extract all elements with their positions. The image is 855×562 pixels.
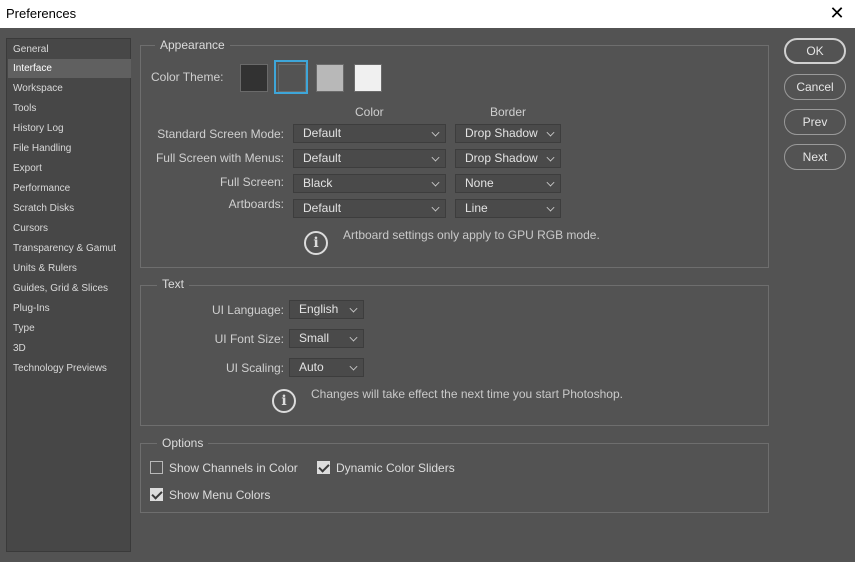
chevron-down-icon <box>349 333 358 342</box>
sidebar-item-workspace[interactable]: Workspace <box>8 79 131 98</box>
full-screen-menus-label: Full Screen with Menus: <box>155 151 284 165</box>
select-value: English <box>299 302 339 316</box>
info-icon: i <box>272 389 296 413</box>
standard-screen-mode-color-select[interactable]: Default <box>293 124 446 143</box>
sidebar-item-units-rulers[interactable]: Units & Rulers <box>8 259 131 278</box>
chevron-down-icon <box>431 178 440 187</box>
full-screen-label: Full Screen: <box>219 175 284 189</box>
theme-swatch-darkest[interactable] <box>240 64 268 92</box>
sidebar-item-export[interactable]: Export <box>8 159 131 178</box>
sidebar-item-interface[interactable]: Interface <box>8 59 131 78</box>
chevron-down-icon <box>431 153 440 162</box>
sidebar-item-transparency-gamut[interactable]: Transparency & Gamut <box>8 239 131 258</box>
sidebar-item-plug-ins[interactable]: Plug-Ins <box>8 299 131 318</box>
chevron-down-icon <box>546 128 555 137</box>
window-title: Preferences <box>6 6 77 21</box>
column-header-border: Border <box>490 105 527 119</box>
color-theme-label: Color Theme: <box>151 70 224 84</box>
chevron-down-icon <box>546 153 555 162</box>
ui-font-size-label: UI Font Size: <box>214 332 284 346</box>
select-value: Default <box>303 126 342 140</box>
next-button[interactable]: Next <box>784 144 846 170</box>
options-legend: Options <box>157 436 209 450</box>
ui-scaling-label: UI Scaling: <box>225 361 284 375</box>
select-value: Default <box>303 151 342 165</box>
full-screen-menus-border-select[interactable]: Drop Shadow <box>455 149 561 168</box>
show-channels-in-color-checkbox[interactable] <box>150 461 163 474</box>
chevron-down-icon <box>431 128 440 137</box>
cancel-button[interactable]: Cancel <box>784 74 846 100</box>
chevron-down-icon <box>546 178 555 187</box>
sidebar-item-technology-previews[interactable]: Technology Previews <box>8 359 131 378</box>
full-screen-border-select[interactable]: None <box>455 174 561 193</box>
sidebar-item-history-log[interactable]: History Log <box>8 119 131 138</box>
ok-button[interactable]: OK <box>784 38 846 64</box>
dynamic-color-sliders-label: Dynamic Color Sliders <box>336 461 455 475</box>
restart-note: Changes will take effect the next time y… <box>311 387 623 401</box>
chevron-down-icon <box>349 304 358 313</box>
info-icon: i <box>304 231 328 255</box>
full-screen-menus-color-select[interactable]: Default <box>293 149 446 168</box>
select-value: Line <box>465 201 488 215</box>
artboards-label: Artboards: <box>228 197 284 211</box>
sidebar-item-file-handling[interactable]: File Handling <box>8 139 131 158</box>
artboard-note: Artboard settings only apply to GPU RGB … <box>343 228 600 242</box>
sidebar-item-scratch-disks[interactable]: Scratch Disks <box>8 199 131 218</box>
chevron-down-icon <box>349 362 358 371</box>
select-value: Drop Shadow <box>465 126 538 140</box>
chevron-down-icon <box>546 203 555 212</box>
sidebar-item-cursors[interactable]: Cursors <box>8 219 131 238</box>
ui-language-label: UI Language: <box>211 303 284 317</box>
theme-swatch-dark[interactable] <box>278 64 306 92</box>
artboards-border-select[interactable]: Line <box>455 199 561 218</box>
ui-font-size-select[interactable]: Small <box>289 329 364 348</box>
full-screen-color-select[interactable]: Black <box>293 174 446 193</box>
select-value: Drop Shadow <box>465 151 538 165</box>
select-value: Default <box>303 201 342 215</box>
select-value: Auto <box>299 360 324 374</box>
select-value: None <box>465 176 494 190</box>
standard-screen-mode-label: Standard Screen Mode: <box>157 127 284 141</box>
artboards-color-select[interactable]: Default <box>293 199 446 218</box>
select-value: Black <box>303 176 333 190</box>
text-legend: Text <box>157 277 190 291</box>
title-bar: Preferences ✕ <box>0 0 855 28</box>
appearance-legend: Appearance <box>155 38 230 52</box>
ui-scaling-select[interactable]: Auto <box>289 358 364 377</box>
standard-screen-mode-border-select[interactable]: Drop Shadow <box>455 124 561 143</box>
sidebar-item-type[interactable]: Type <box>8 319 131 338</box>
show-menu-colors-checkbox[interactable] <box>150 488 163 501</box>
ui-language-select[interactable]: English <box>289 300 364 319</box>
select-value: Small <box>299 331 330 345</box>
show-channels-in-color-label: Show Channels in Color <box>169 461 298 475</box>
preferences-sidebar: General Interface Workspace Tools Histor… <box>6 38 131 552</box>
sidebar-item-guides-grid-slices[interactable]: Guides, Grid & Slices <box>8 279 131 298</box>
show-menu-colors-label: Show Menu Colors <box>169 488 271 502</box>
sidebar-item-tools[interactable]: Tools <box>8 99 131 118</box>
dynamic-color-sliders-checkbox[interactable] <box>317 461 330 474</box>
sidebar-item-performance[interactable]: Performance <box>8 179 131 198</box>
theme-swatch-lightest[interactable] <box>354 64 382 92</box>
column-header-color: Color <box>355 105 384 119</box>
sidebar-item-general[interactable]: General <box>8 40 131 59</box>
options-group <box>140 443 769 513</box>
close-icon[interactable]: ✕ <box>827 2 847 24</box>
sidebar-item-3d[interactable]: 3D <box>8 339 131 358</box>
theme-swatch-light[interactable] <box>316 64 344 92</box>
prev-button[interactable]: Prev <box>784 109 846 135</box>
chevron-down-icon <box>431 203 440 212</box>
